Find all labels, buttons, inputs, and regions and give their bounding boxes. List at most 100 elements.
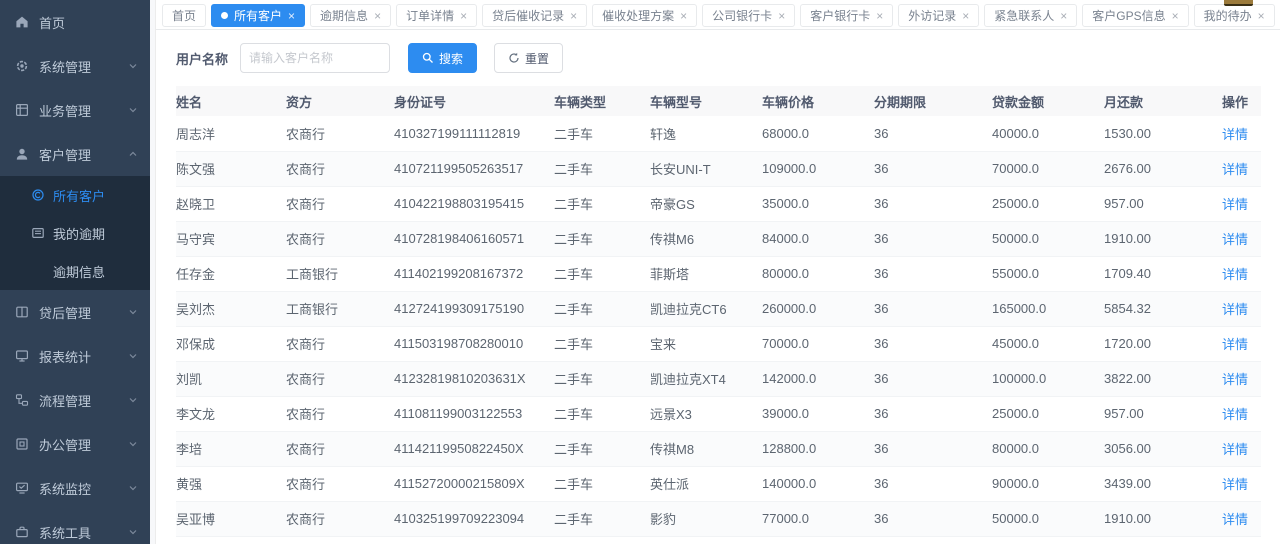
tab-label: 所有客户 [234,7,282,24]
cell-name: 刘凯 [176,361,286,396]
sidebar-item-home[interactable]: 首页 [0,0,150,44]
close-icon[interactable]: × [570,10,577,22]
cell-term: 36 [874,221,992,256]
cell-term: 36 [874,256,992,291]
close-icon[interactable]: × [1172,10,1179,22]
cell-id-number: 410721199505263517 [394,151,554,186]
close-icon[interactable]: × [680,10,687,22]
cell-term: 36 [874,536,992,544]
close-icon[interactable]: × [778,10,785,22]
sidebar-subitem-all-customers[interactable]: 所有客户 [0,176,150,214]
sidebar-item-customer-mgmt[interactable]: 客户管理 [0,132,150,176]
detail-link[interactable]: 详情 [1222,337,1248,352]
sidebar-item-system-tools[interactable]: 系统工具 [0,510,150,544]
cell-name: 陈文强 [176,151,286,186]
detail-link[interactable]: 详情 [1222,407,1248,422]
cell-action: 详情 [1222,221,1261,256]
reset-button[interactable]: 重置 [494,43,563,73]
detail-link[interactable]: 详情 [1222,302,1248,317]
sidebar-item-label: 系统监控 [39,479,128,498]
chevron-down-icon [128,307,138,317]
cell-name: 任存金 [176,256,286,291]
close-icon[interactable]: × [374,10,381,22]
tab-customer-gps[interactable]: 客户GPS信息× [1082,4,1188,27]
cell-loan-amount: 100000.0 [992,361,1104,396]
chevron-down-icon [128,61,138,71]
sidebar-item-process-mgmt[interactable]: 流程管理 [0,378,150,422]
table-row: 赵晓卫农商行410422198803195415二手车帝豪GS35000.036… [176,186,1261,221]
cell-vehicle-model: 凯迪拉克XT4 [650,361,762,396]
avatar-fragment[interactable] [1224,0,1253,6]
cell-monthly-payment: 1720.00 [1104,326,1222,361]
cell-funder: 农商行 [286,536,394,544]
sidebar-subitem-overdue-info[interactable]: 逾期信息 [0,252,150,290]
tab-emergency-contact[interactable]: 紧急联系人× [984,4,1077,27]
sidebar-item-business-mgmt[interactable]: 业务管理 [0,88,150,132]
sidebar-item-label: 系统管理 [39,57,128,76]
book-icon [31,226,45,240]
close-icon[interactable]: × [962,10,969,22]
tab-label: 首页 [172,7,196,24]
cell-term: 36 [874,361,992,396]
tab-overdue-info[interactable]: 逾期信息× [310,4,391,27]
sidebar-item-label: 办公管理 [39,435,128,454]
cell-loan-amount: 40000.0 [992,116,1104,151]
close-icon[interactable]: × [876,10,883,22]
detail-link[interactable]: 详情 [1222,232,1248,247]
sidebar-item-label: 首页 [39,13,138,32]
close-icon[interactable]: × [1258,10,1265,22]
tab-customer-bank-card[interactable]: 客户银行卡 × [800,4,893,27]
cell-loan-amount: 45000.0 [992,326,1104,361]
cell-vehicle-model: 轩逸 [650,536,762,544]
sidebar-item-office-mgmt[interactable]: 办公管理 [0,422,150,466]
tab-label: 客户银行卡 [810,7,870,24]
sidebar-subitem-my-overdue[interactable]: 我的逾期 [0,214,150,252]
tab-order-detail[interactable]: 订单详情× [396,4,477,27]
detail-link[interactable]: 详情 [1222,197,1248,212]
cell-vehicle-model: 远景X3 [650,396,762,431]
tab-all-customers[interactable]: 所有客户 × [211,4,305,27]
cell-id-number: 410728198406160571 [394,221,554,256]
tab-collection-plan[interactable]: 催收处理方案× [592,4,697,27]
detail-link[interactable]: 详情 [1222,477,1248,492]
detail-link[interactable]: 详情 [1222,267,1248,282]
close-icon[interactable]: × [288,10,295,22]
sidebar-item-report-stats[interactable]: 报表统计 [0,334,150,378]
tab-visit-record[interactable]: 外访记录× [898,4,979,27]
sidebar-item-system-monitor[interactable]: 系统监控 [0,466,150,510]
cell-term: 36 [874,326,992,361]
detail-link[interactable]: 详情 [1222,372,1248,387]
cell-id-number: 412724199309175190 [394,291,554,326]
cell-vehicle-price: 35000.0 [762,186,874,221]
tab-my-todo[interactable]: 我的待办× [1194,4,1275,27]
table-row: 陈文强农商行410721199505263517二手车长安UNI-T109000… [176,151,1261,186]
detail-link[interactable]: 详情 [1222,127,1248,142]
cell-vehicle-price: 140000.0 [762,466,874,501]
close-icon[interactable]: × [460,10,467,22]
cell-term: 36 [874,151,992,186]
cell-action: 详情 [1222,396,1261,431]
cell-vehicle-price: 260000.0 [762,291,874,326]
detail-link[interactable]: 详情 [1222,442,1248,457]
detail-link[interactable]: 详情 [1222,512,1248,527]
active-tab-dot [221,12,228,19]
sidebar-item-loan-mgmt[interactable]: 贷后管理 [0,290,150,334]
search-button[interactable]: 搜索 [408,43,477,73]
cell-vehicle-type: 二手车 [554,326,650,361]
table-row: 任存金工商银行411402199208167372二手车菲斯塔80000.036… [176,256,1261,291]
cell-monthly-payment: 1910.00 [1104,536,1222,544]
tab-collection-record[interactable]: 贷后催收记录× [482,4,587,27]
cell-vehicle-model: 菲斯塔 [650,256,762,291]
search-input[interactable] [240,43,390,73]
close-icon[interactable]: × [1060,10,1067,22]
tab-company-bank-card[interactable]: 公司银行卡× [702,4,795,27]
tab-home[interactable]: 首页 [162,4,206,27]
user-icon [15,147,30,162]
cell-vehicle-type: 二手车 [554,151,650,186]
cell-vehicle-price: 77000.0 [762,501,874,536]
cell-vehicle-type: 二手车 [554,291,650,326]
cell-vehicle-type: 二手车 [554,186,650,221]
column-header: 资方 [286,86,394,116]
detail-link[interactable]: 详情 [1222,162,1248,177]
sidebar-item-system-mgmt[interactable]: 系统管理 [0,44,150,88]
